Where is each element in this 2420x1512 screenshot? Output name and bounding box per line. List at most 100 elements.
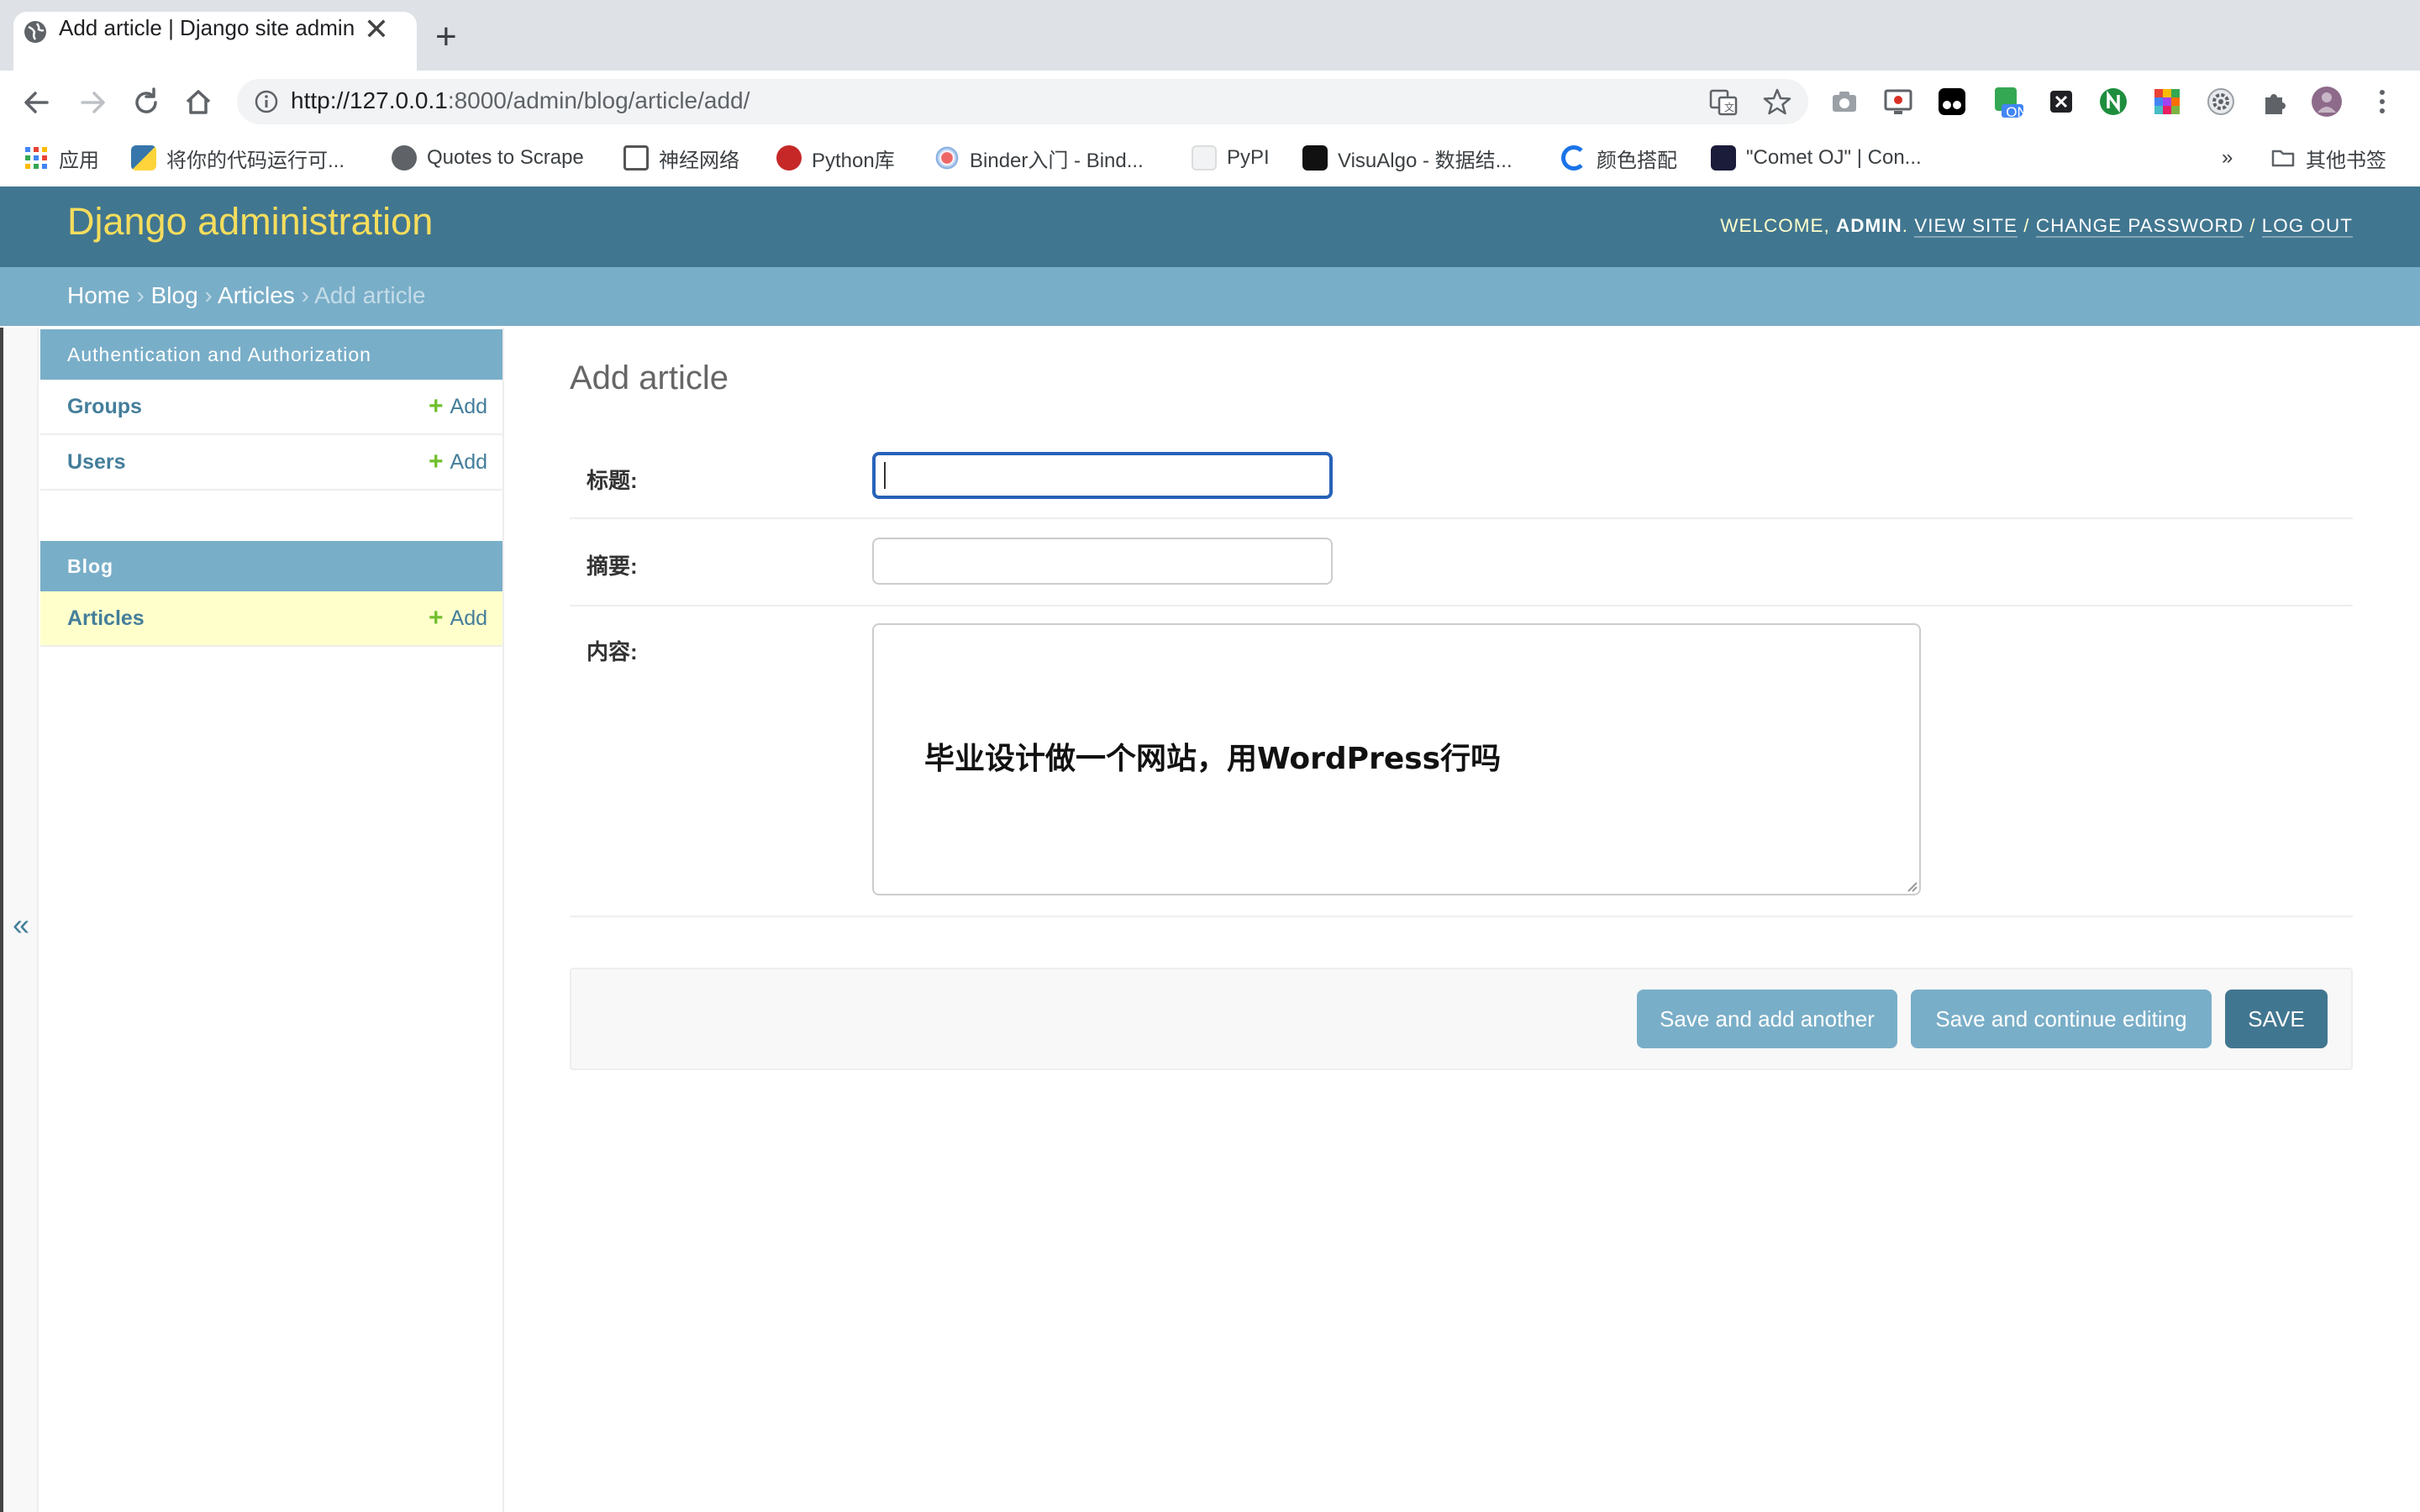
bookmark-comet-oj[interactable]: "Comet OJ" | Con... bbox=[1711, 143, 1922, 173]
bookmark-label: PyPI bbox=[1227, 146, 1270, 169]
breadcrumb-separator: › bbox=[136, 282, 145, 308]
bookmark-label: 神经网络 bbox=[659, 149, 739, 172]
back-icon[interactable] bbox=[15, 81, 59, 124]
bookmark-python-tutor[interactable]: 将你的代码运行可... bbox=[131, 143, 345, 173]
site-info-icon[interactable] bbox=[252, 87, 281, 116]
n-extension-icon[interactable] bbox=[2097, 86, 2129, 118]
change-password-link[interactable]: Change password bbox=[2035, 215, 2244, 238]
add-plus-icon: + bbox=[428, 392, 444, 420]
profile-avatar[interactable] bbox=[2311, 86, 2343, 118]
save-and-continue-button[interactable]: Save and continue editing bbox=[1911, 990, 2212, 1048]
bookmark-label: VisuAlgo - 数据结... bbox=[1338, 149, 1512, 172]
forward-icon[interactable] bbox=[71, 81, 114, 124]
sidebar-item-groups: Groups + Add bbox=[40, 380, 502, 435]
home-icon[interactable] bbox=[176, 81, 220, 124]
breadcrumb-blog[interactable]: Blog bbox=[151, 282, 198, 308]
url-host: http://127.0.0.1 bbox=[291, 87, 448, 113]
globe-icon bbox=[24, 21, 46, 43]
title-label: 标题: bbox=[587, 468, 638, 493]
collapse-sidebar-icon[interactable]: « bbox=[3, 907, 39, 942]
bookmark-binder[interactable]: Binder入门 - Bind... bbox=[934, 143, 1144, 173]
python-lib-icon bbox=[776, 145, 802, 171]
breadcrumb-separator: › bbox=[204, 282, 213, 308]
add-plus-icon: + bbox=[428, 604, 444, 632]
bookmark-quotes-to-scrape[interactable]: Quotes to Scrape bbox=[392, 143, 584, 173]
globe-icon bbox=[392, 145, 417, 171]
bookmark-python-lib[interactable]: Python库 bbox=[776, 143, 895, 173]
bookmark-color-match[interactable]: 颜色搭配 bbox=[1561, 143, 1677, 173]
text-cursor bbox=[884, 462, 886, 489]
separator: / bbox=[2249, 215, 2256, 236]
extension-on-badge: ON bbox=[2006, 104, 2028, 120]
x-extension-icon[interactable] bbox=[2045, 86, 2077, 118]
groups-link[interactable]: Groups bbox=[67, 395, 142, 419]
bookmarks-overflow-button[interactable]: » bbox=[2222, 143, 2233, 173]
bookmark-apps[interactable]: 应用 bbox=[24, 143, 99, 173]
save-button[interactable]: Save bbox=[2225, 990, 2328, 1048]
bookmark-label: "Comet OJ" | Con... bbox=[1746, 146, 1922, 169]
bookmark-star-icon[interactable] bbox=[1761, 86, 1793, 118]
view-site-link[interactable]: View site bbox=[1914, 215, 2018, 238]
log-out-link[interactable]: Log out bbox=[2261, 215, 2353, 238]
add-label: Add bbox=[450, 606, 487, 630]
bookmark-label: Quotes to Scrape bbox=[427, 146, 584, 169]
nav-sidebar bbox=[39, 328, 504, 1512]
reload-icon[interactable] bbox=[124, 81, 168, 124]
apps-grid-icon bbox=[25, 147, 47, 169]
articles-add-link[interactable]: + Add bbox=[429, 606, 487, 631]
username: admin bbox=[1836, 215, 1902, 236]
menu-kebab-icon[interactable] bbox=[2366, 86, 2398, 118]
site-branding[interactable]: Django administration bbox=[67, 200, 433, 244]
save-and-add-another-button[interactable]: Save and add another bbox=[1637, 990, 1897, 1048]
breadcrumb-current: Add article bbox=[314, 282, 426, 308]
bookmark-label: 颜色搭配 bbox=[1597, 149, 1677, 172]
bookmark-label: 应用 bbox=[59, 149, 99, 172]
bookmark-label: Binder入门 - Bind... bbox=[970, 149, 1144, 172]
breadcrumb-separator: › bbox=[301, 282, 309, 308]
neural-network-icon bbox=[623, 145, 649, 171]
add-label: Add bbox=[450, 394, 487, 418]
screen-record-icon[interactable] bbox=[1882, 86, 1914, 118]
bookmark-label: Python库 bbox=[812, 149, 895, 172]
python-icon bbox=[131, 145, 156, 171]
breadcrumb-articles[interactable]: Articles bbox=[218, 282, 295, 308]
user-tools: Welcome, admin. View site / Change passw… bbox=[1720, 215, 2353, 238]
url-path: :8000/admin/blog/article/add/ bbox=[447, 87, 750, 113]
module-caption-auth[interactable]: Authentication and Authorization bbox=[40, 329, 502, 380]
users-link[interactable]: Users bbox=[67, 450, 126, 475]
bookmark-visualgo[interactable]: VisuAlgo - 数据结... bbox=[1302, 143, 1512, 173]
bookmark-label: 其他书签 bbox=[2306, 149, 2386, 172]
sidebar-item-users: Users + Add bbox=[40, 435, 502, 491]
pypi-icon bbox=[1192, 145, 1217, 171]
module-caption-blog[interactable]: Blog bbox=[40, 541, 502, 591]
bookmark-pypi[interactable]: PyPI bbox=[1192, 143, 1270, 173]
color-palette-icon[interactable] bbox=[2151, 86, 2183, 118]
page-title: Add article bbox=[570, 360, 729, 396]
comet-oj-icon bbox=[1711, 145, 1736, 171]
color-match-icon bbox=[1561, 145, 1586, 171]
users-add-link[interactable]: + Add bbox=[429, 449, 487, 475]
welcome-text: Welcome, bbox=[1720, 215, 1830, 236]
translate-icon[interactable]: 文 bbox=[1707, 86, 1739, 118]
tampermonkey-icon[interactable] bbox=[1936, 86, 1968, 118]
bookmark-label: 将你的代码运行可... bbox=[166, 149, 345, 172]
summary-input[interactable] bbox=[872, 538, 1333, 585]
breadcrumb: Home › Blog › Articles › Add article bbox=[67, 282, 425, 309]
url-text[interactable]: http://127.0.0.1:8000/admin/blog/article… bbox=[291, 87, 750, 114]
tab-title: Add article | Django site admin bbox=[59, 15, 355, 40]
resize-grip-icon[interactable] bbox=[1904, 879, 1918, 892]
add-label: Add bbox=[450, 449, 487, 474]
settings-gear-icon[interactable] bbox=[2205, 86, 2237, 118]
separator: / bbox=[2023, 215, 2030, 236]
breadcrumb-home[interactable]: Home bbox=[67, 282, 130, 308]
bookmark-other-folder[interactable]: 其他书签 bbox=[2270, 143, 2386, 173]
articles-link[interactable]: Articles bbox=[67, 606, 145, 631]
camera-icon[interactable] bbox=[1828, 86, 1860, 118]
tab-close-icon[interactable]: ✕ bbox=[363, 12, 390, 47]
new-tab-button[interactable]: + bbox=[435, 18, 457, 55]
overlay-caption: 毕业设计做一个网站，用WordPress行吗 bbox=[924, 742, 1502, 776]
bookmark-neural-network[interactable]: 神经网络 bbox=[623, 143, 739, 173]
title-input[interactable] bbox=[872, 452, 1333, 499]
groups-add-link[interactable]: + Add bbox=[429, 394, 487, 419]
puzzle-extensions-icon[interactable] bbox=[2259, 86, 2291, 118]
